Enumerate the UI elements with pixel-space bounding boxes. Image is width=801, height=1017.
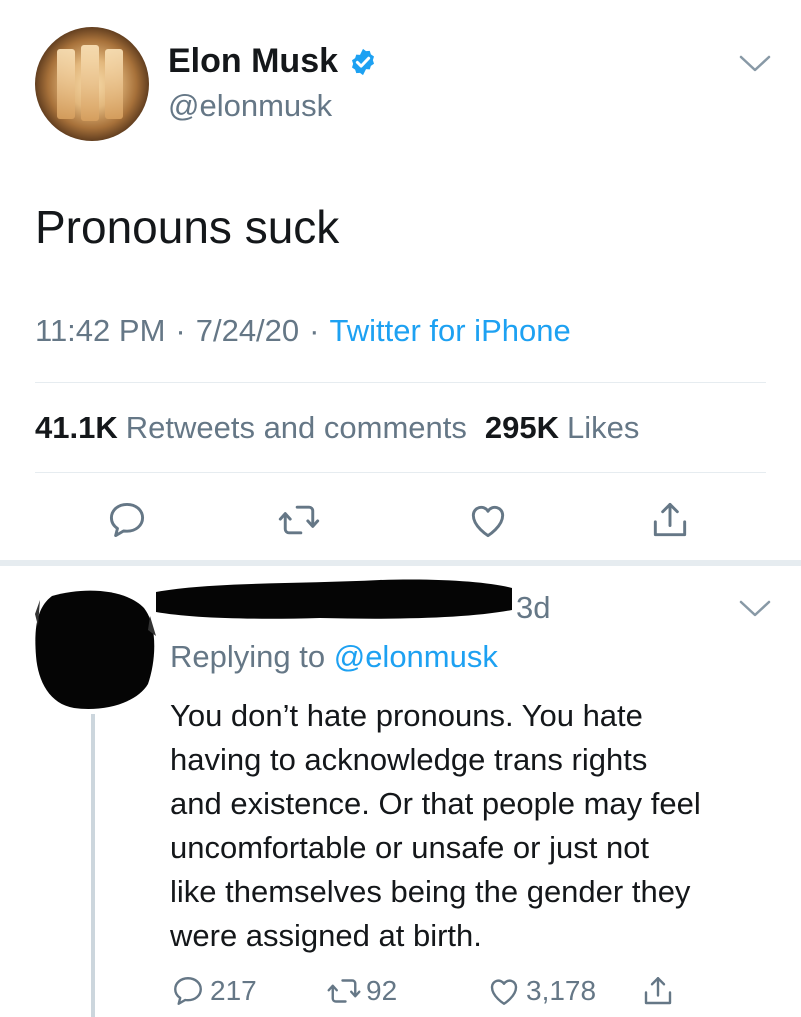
chevron-down-icon[interactable]: [738, 597, 772, 619]
retweet-icon[interactable]: [277, 498, 321, 542]
meta-separator: ·: [309, 313, 320, 348]
like-count: 3,178: [526, 975, 597, 1006]
author-name-row[interactable]: Elon Musk: [168, 42, 378, 81]
reply-retweet-button[interactable]: 92: [326, 973, 397, 1009]
replying-to: Replying to @elonmusk: [170, 639, 498, 675]
reply-like-button[interactable]: 3,178: [486, 973, 596, 1009]
reply-count: 217: [210, 975, 257, 1006]
reply-reply-button[interactable]: 217: [170, 973, 257, 1009]
tweet-time[interactable]: 11:42 PM: [35, 313, 165, 349]
reply-icon: [174, 977, 202, 1005]
like-icon[interactable]: [466, 498, 510, 542]
reply-text: You don’t hate pronouns. You hate having…: [170, 698, 701, 953]
verified-icon: [352, 48, 375, 75]
section-divider: [0, 560, 801, 566]
tweet-source-link[interactable]: Twitter for iPhone: [329, 313, 570, 349]
tweet-text: Pronouns suck: [35, 201, 340, 253]
thread-line: [91, 714, 95, 1017]
retweet-count: 92: [366, 975, 398, 1006]
retweets-stat[interactable]: 41.1K Retweets and comments: [35, 410, 467, 446]
replying-prefix: Replying to: [170, 639, 326, 674]
meta-separator: ·: [175, 313, 186, 348]
likes-count: 295K: [484, 410, 559, 445]
share-icon: [644, 977, 672, 1005]
divider: [35, 472, 766, 473]
like-icon: [490, 979, 518, 1005]
tweet-meta: 11:42 PM · 7/24/20 · Twitter for iPhone: [35, 313, 571, 349]
replying-mention-link[interactable]: @elonmusk: [334, 639, 498, 674]
retweet-icon: [327, 979, 361, 1003]
reply-author-redacted[interactable]: [150, 574, 515, 624]
reply-icon[interactable]: [105, 498, 149, 542]
reply-share-button[interactable]: [640, 973, 680, 1009]
tweet-stats: 41.1K Retweets and comments 295K Likes: [35, 410, 639, 446]
likes-label: Likes: [567, 410, 640, 445]
reply-avatar-redacted[interactable]: [32, 586, 160, 714]
retweets-label: Retweets and comments: [125, 410, 467, 445]
divider: [35, 382, 766, 383]
chevron-down-icon[interactable]: [738, 52, 772, 74]
author-name[interactable]: Elon Musk: [168, 42, 338, 81]
author-avatar[interactable]: [35, 27, 149, 141]
tweet-date[interactable]: 7/24/20: [196, 313, 299, 349]
author-handle[interactable]: @elonmusk: [168, 88, 332, 124]
retweets-count: 41.1K: [35, 410, 118, 445]
reply-time[interactable]: 3d: [516, 590, 550, 626]
share-icon[interactable]: [648, 498, 692, 542]
likes-stat[interactable]: 295K Likes: [485, 410, 639, 446]
